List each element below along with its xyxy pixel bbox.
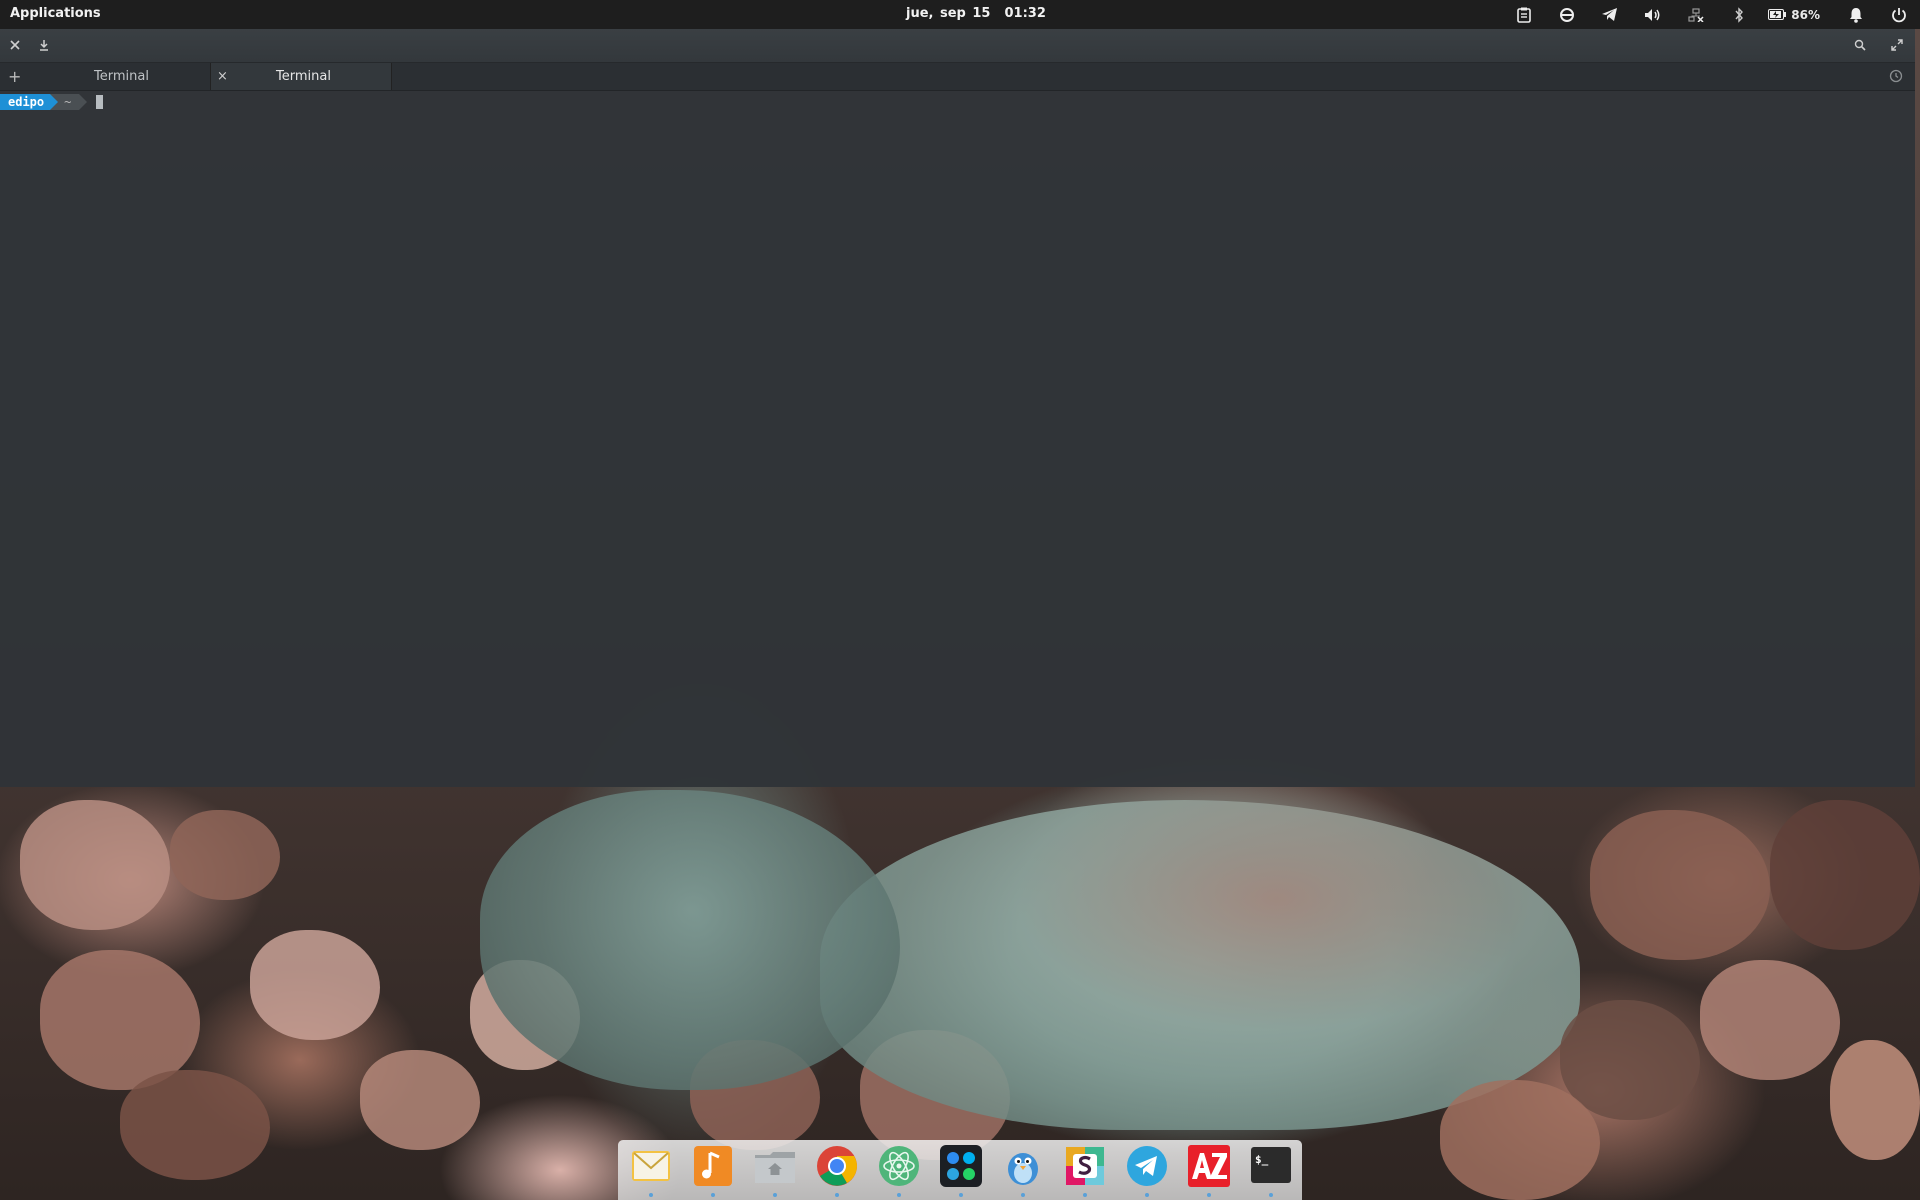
- tab-close-button[interactable]: ×: [217, 63, 228, 90]
- wallpaper-pebble: [1590, 810, 1770, 960]
- terminal-toolbar: [0, 29, 1915, 63]
- wallpaper-pebble: [1440, 1080, 1600, 1200]
- applications-menu-button[interactable]: Applications: [10, 6, 101, 21]
- running-indicator: [711, 1193, 715, 1197]
- wallpaper-pebble: [1830, 1040, 1920, 1160]
- download-icon[interactable]: [36, 37, 52, 53]
- wallpaper-pebble: [1770, 800, 1920, 950]
- folder-home-icon: [755, 1152, 795, 1183]
- search-icon[interactable]: [1852, 37, 1868, 53]
- atom-icon: [879, 1146, 919, 1186]
- power-icon[interactable]: [1877, 7, 1920, 23]
- wallpaper-pebble: [40, 950, 200, 1090]
- dock-item-telegram[interactable]: [1124, 1143, 1170, 1197]
- telegram-app-icon: [1127, 1146, 1167, 1186]
- close-icon[interactable]: [7, 37, 23, 53]
- prompt-user: edipo: [0, 94, 51, 110]
- wallpaper-pebble: [20, 800, 170, 930]
- terminal-window: + Terminal × Terminal edipo ~: [0, 29, 1915, 787]
- wallpaper-pebble: [170, 810, 280, 900]
- running-indicator: [1021, 1193, 1025, 1197]
- running-indicator: [1145, 1193, 1149, 1197]
- bluetooth-icon[interactable]: [1717, 6, 1760, 23]
- fullscreen-icon[interactable]: [1889, 37, 1905, 53]
- prompt-dir: ~: [58, 94, 80, 110]
- dock-item-messenger-hub[interactable]: [938, 1143, 984, 1197]
- az-icon: [1188, 1145, 1230, 1187]
- history-icon[interactable]: [1889, 69, 1903, 87]
- battery-percent: 86%: [1791, 7, 1820, 22]
- top-panel: Applications jue, sep 15 01:32 86%: [0, 0, 1920, 29]
- dock-item-atom[interactable]: [876, 1143, 922, 1197]
- terminal-app-icon: $_: [1251, 1147, 1291, 1183]
- running-indicator: [959, 1193, 963, 1197]
- wallpaper-pebble: [250, 930, 380, 1040]
- dock-item-files[interactable]: [752, 1143, 798, 1197]
- running-indicator: [835, 1193, 839, 1197]
- notifications-icon[interactable]: [1834, 7, 1877, 23]
- text-cursor: [96, 95, 104, 109]
- tab-label: Terminal: [94, 69, 149, 84]
- chrome-icon: [817, 1146, 857, 1186]
- dock-item-mail[interactable]: [628, 1143, 674, 1197]
- dock-item-music[interactable]: [690, 1143, 736, 1197]
- running-indicator: [1083, 1193, 1087, 1197]
- prompt-separator: [50, 94, 59, 110]
- wallpaper-stone: [480, 790, 900, 1090]
- bird-icon: [1008, 1153, 1038, 1185]
- battery-indicator[interactable]: 86%: [1760, 8, 1834, 22]
- clock[interactable]: jue, sep 15 01:32: [906, 6, 1046, 21]
- slack-icon: [1066, 1147, 1104, 1185]
- date-label: jue, sep 15: [906, 6, 991, 21]
- new-tab-button[interactable]: +: [8, 63, 21, 90]
- wallpaper-pebble: [360, 1050, 480, 1150]
- time-label: 01:32: [1004, 6, 1046, 21]
- prompt-separator: [79, 94, 88, 110]
- running-indicator: [649, 1193, 653, 1197]
- dock-item-slack[interactable]: [1062, 1143, 1108, 1197]
- wallpaper-pebble: [1560, 1000, 1700, 1120]
- music-icon: [694, 1146, 732, 1186]
- dock-item-bird-client[interactable]: [1000, 1143, 1046, 1197]
- running-indicator: [1269, 1193, 1273, 1197]
- tab-terminal-2[interactable]: × Terminal: [210, 63, 392, 90]
- tab-terminal-1[interactable]: Terminal: [28, 63, 210, 90]
- dock: $_: [618, 1140, 1302, 1200]
- wallpaper-pebble: [1700, 960, 1840, 1080]
- mail-icon: [632, 1151, 670, 1181]
- terminal-content[interactable]: edipo ~: [0, 91, 1915, 787]
- svg-text:$_: $_: [1255, 1153, 1269, 1166]
- indicator-area: 86%: [1502, 0, 1920, 29]
- dock-item-terminal[interactable]: $_: [1248, 1143, 1294, 1197]
- clipboard-icon[interactable]: [1502, 7, 1545, 23]
- volume-icon[interactable]: [1631, 8, 1674, 22]
- running-indicator: [773, 1193, 777, 1197]
- sync-icon[interactable]: [1545, 7, 1588, 23]
- telegram-icon[interactable]: [1588, 7, 1631, 22]
- tab-bar: + Terminal × Terminal: [0, 63, 1915, 91]
- messenger-hub-icon: [940, 1145, 982, 1187]
- network-icon[interactable]: [1674, 7, 1717, 22]
- shell-prompt: edipo ~: [0, 94, 104, 110]
- wallpaper-stone: [820, 800, 1580, 1130]
- wallpaper-pebble: [120, 1070, 270, 1180]
- running-indicator: [897, 1193, 901, 1197]
- dock-item-chrome[interactable]: [814, 1143, 860, 1197]
- battery-icon: [1768, 9, 1787, 20]
- running-indicator: [1207, 1193, 1211, 1197]
- dock-item-az-app[interactable]: [1186, 1143, 1232, 1197]
- tab-label: Terminal: [276, 69, 331, 84]
